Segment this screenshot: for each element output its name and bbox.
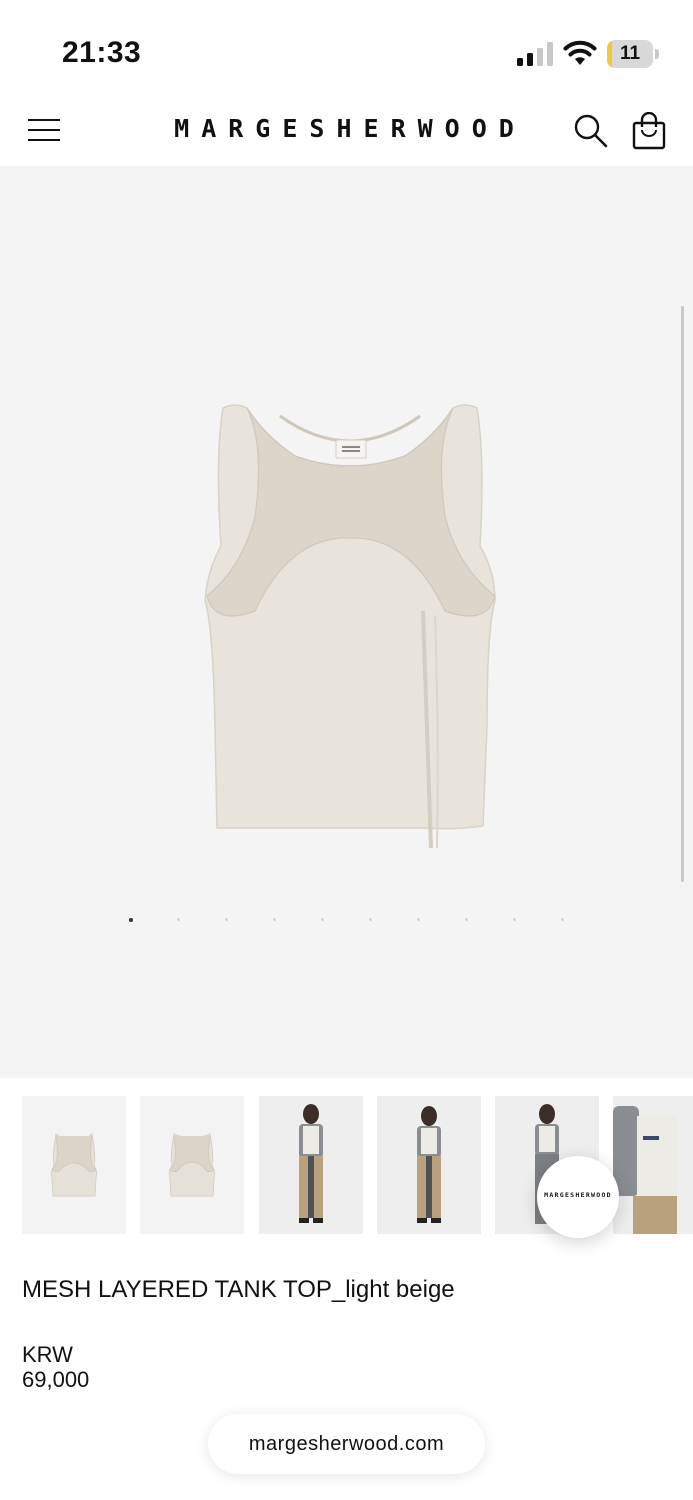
hamburger-menu-icon[interactable] [28,116,62,144]
thumbnail-3[interactable] [259,1096,363,1234]
site-header: MARGESHERWOOD [0,100,693,166]
status-bar: 21:33 11 [0,0,693,100]
carousel-dot[interactable] [465,918,468,921]
brand-badge-label: MARGESHERWOOD [544,1191,612,1199]
brand-chat-badge[interactable]: MARGESHERWOOD [537,1156,619,1238]
carousel-dot[interactable] [273,918,276,921]
carousel-dot[interactable] [177,918,180,921]
product-main-image [204,404,496,849]
browser-url-bar[interactable]: margesherwood.com [208,1414,485,1474]
thumbnail-4[interactable] [377,1096,481,1234]
product-title: MESH LAYERED TANK TOP_light beige [22,1276,455,1303]
cellular-signal-icon [517,42,553,66]
carousel-dot[interactable] [561,918,564,921]
search-icon[interactable] [572,112,608,148]
price-value: 69,000 [22,1367,90,1392]
carousel-dots[interactable] [0,918,693,928]
thumbnail-1[interactable] [22,1096,126,1234]
product-image-carousel[interactable] [0,166,693,1078]
thumbnail-6[interactable] [613,1096,693,1234]
battery-level-text: 11 [619,43,641,64]
price-currency: KRW [22,1342,73,1367]
carousel-dot[interactable] [369,918,372,921]
wifi-icon [563,40,597,65]
thumbnail-2[interactable] [140,1096,244,1234]
carousel-dot[interactable] [129,918,133,922]
battery-indicator: 11 [607,40,659,68]
status-time: 21:33 [62,36,142,69]
carousel-dot[interactable] [513,918,516,921]
brand-logo[interactable]: MARGESHERWOOD [160,114,540,143]
carousel-dot[interactable] [321,918,324,921]
page-scrollbar[interactable] [681,306,684,882]
carousel-dot[interactable] [417,918,420,921]
shopping-bag-icon[interactable] [632,112,666,150]
carousel-dot[interactable] [225,918,228,921]
